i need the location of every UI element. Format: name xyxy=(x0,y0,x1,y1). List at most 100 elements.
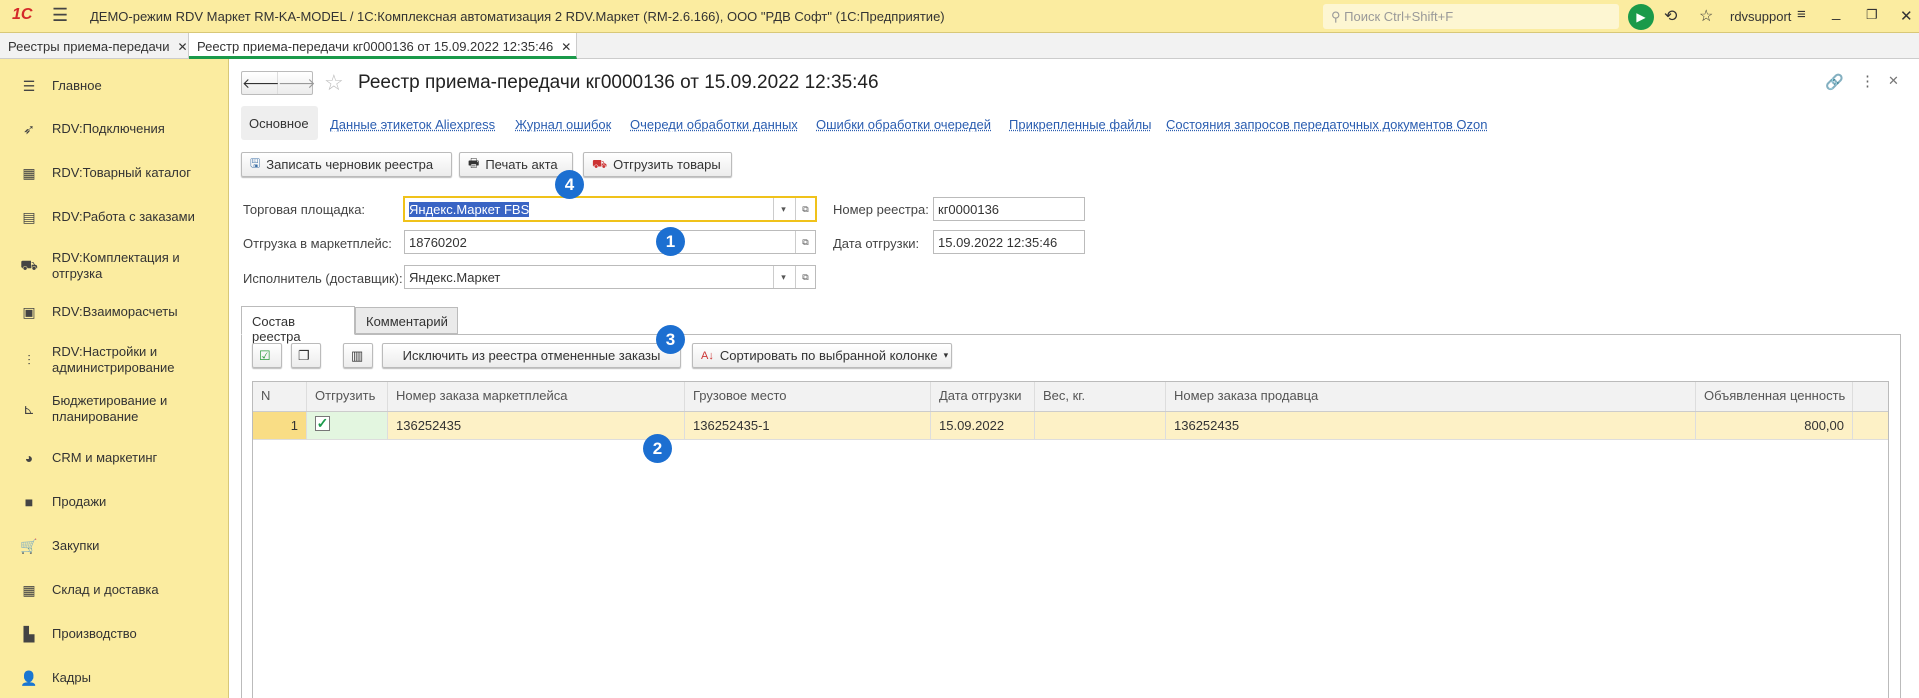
close-window-icon[interactable]: ✕ xyxy=(1900,7,1913,25)
chevron-down-icon[interactable]: ▾ xyxy=(773,198,793,220)
cell-ship[interactable]: ✓ xyxy=(307,412,388,439)
column-header-weight[interactable]: Вес, кг. xyxy=(1035,382,1166,411)
nav-ozon-doc-requests[interactable]: Состояния запросов передаточных документ… xyxy=(1166,117,1487,132)
tab-comment[interactable]: Комментарий xyxy=(355,307,458,334)
truck-icon: ⛟ xyxy=(592,156,608,171)
save-icon: 🖫 xyxy=(250,156,261,170)
app-title: ДЕМО-режим RDV Маркет RM-KA-MODEL / 1С:К… xyxy=(90,9,945,24)
sidebar-item-catalog[interactable]: ▦ RDV:Товарный каталог xyxy=(0,153,229,193)
sidebar-item-label: CRM и маркетинг xyxy=(52,450,158,465)
rocket-icon: ➶ xyxy=(23,120,35,137)
column-header-n[interactable]: N xyxy=(253,382,307,411)
register-number-field[interactable]: кг0000136 xyxy=(933,197,1085,221)
cell-date: 15.09.2022 xyxy=(931,412,1035,439)
restore-icon[interactable]: ❐ xyxy=(1866,7,1878,23)
sidebar-item-settings[interactable]: ⫶ RDV:Настройки и администрирование xyxy=(0,340,229,380)
table-row[interactable]: 1 ✓ 136252435 136252435-1 15.09.2022 136… xyxy=(253,412,1888,440)
search-icon: ⚲ xyxy=(1331,9,1345,24)
marketplace-field[interactable]: Яндекс.Маркет FBS ▾ ⧉ xyxy=(403,196,817,222)
sidebar-item-label: Главное xyxy=(52,78,102,93)
register-number-label: Номер реестра: xyxy=(833,202,929,217)
nav-attached-files[interactable]: Прикрепленные файлы xyxy=(1009,117,1152,132)
barcode-icon: ▥ xyxy=(351,347,364,363)
forward-arrow-icon[interactable]: 🡒 xyxy=(278,72,316,94)
sidebar-item-crm[interactable]: ◕ CRM и маркетинг xyxy=(0,438,229,478)
nav-data-queues[interactable]: Очереди обработки данных xyxy=(630,117,798,132)
link-icon[interactable]: 🔗 xyxy=(1825,73,1844,91)
1c-logo: 1С xyxy=(12,6,33,23)
column-header-mp-order[interactable]: Номер заказа маркетплейса xyxy=(388,382,685,411)
bag-icon: ■ xyxy=(24,494,34,510)
search-input[interactable]: ⚲ Поиск Ctrl+Shift+F xyxy=(1323,4,1619,29)
copy-button[interactable]: ❐ xyxy=(291,343,321,368)
sliders-icon: ⫶ xyxy=(27,351,31,368)
tab-registers-list[interactable]: Реестры приема-передачи ✕ xyxy=(0,33,189,59)
sidebar-item-main[interactable]: ☰ Главное xyxy=(0,66,229,106)
sidebar-item-warehouse[interactable]: ▦ Склад и доставка xyxy=(0,570,229,610)
nav-queue-errors[interactable]: Ошибки обработки очередей xyxy=(816,117,991,132)
exclude-cancelled-button[interactable]: Исключить из реестра отмененные заказы xyxy=(382,343,681,368)
shipment-date-label: Дата отгрузки: xyxy=(833,236,920,251)
tab-register-contents[interactable]: Состав реестра xyxy=(241,306,355,344)
orders-icon: ▤ xyxy=(22,208,36,225)
column-header-cargo[interactable]: Грузовое место xyxy=(685,382,931,411)
sidebar-item-orders[interactable]: ▤ RDV:Работа с заказами xyxy=(0,197,229,237)
marketplace-label: Торговая площадка: xyxy=(243,202,366,217)
sidebar-item-hr[interactable]: 👤 Кадры xyxy=(0,658,229,698)
button-label: Печать акта xyxy=(485,157,558,172)
tab-register-document[interactable]: Реестр приема-передачи кг0000136 от 15.0… xyxy=(189,33,577,59)
print-act-button[interactable]: 🖶 Печать акта xyxy=(459,152,573,177)
column-header-ship[interactable]: Отгрузить xyxy=(307,382,388,411)
open-icon[interactable]: ⧉ xyxy=(795,198,815,220)
favorite-star-icon[interactable]: ☆ xyxy=(324,70,344,96)
column-header-seller-order[interactable]: Номер заказа продавца xyxy=(1166,382,1696,411)
check-all-icon: ☑ xyxy=(259,347,271,363)
close-tab-icon[interactable]: ✕ xyxy=(177,40,187,54)
button-label: Сортировать по выбранной колонке xyxy=(719,348,938,363)
history-icon[interactable]: ⟲ xyxy=(1664,6,1677,26)
shipment-field[interactable]: 18760202 ⧉ xyxy=(404,230,816,254)
window-tabs: Реестры приема-передачи ✕ Реестр приема-п… xyxy=(0,33,1919,59)
close-form-icon[interactable]: ✕ xyxy=(1888,73,1899,89)
shipment-date-field[interactable]: 15.09.2022 12:35:46 xyxy=(933,230,1085,254)
sidebar-item-sales[interactable]: ■ Продажи xyxy=(0,482,229,522)
back-arrow-icon[interactable]: 🡐 xyxy=(242,72,280,94)
menu-lines-icon: ☰ xyxy=(22,77,36,94)
nav-main[interactable]: Основное xyxy=(241,106,318,140)
sidebar-item-connections[interactable]: ➶ RDV:Подключения xyxy=(0,109,229,149)
ship-checkbox[interactable]: ✓ xyxy=(315,416,330,431)
carrier-value: Яндекс.Маркет xyxy=(409,270,501,285)
nav-aliexpress-labels[interactable]: Данные этикеток Aliexpress xyxy=(330,117,495,132)
user-name[interactable]: rdvsupport xyxy=(1730,9,1791,24)
open-icon[interactable]: ⧉ xyxy=(795,266,815,288)
check-all-button[interactable]: ☑ xyxy=(252,343,282,368)
column-header-declared-value[interactable]: Объявленная ценность xyxy=(1696,382,1853,411)
sidebar-item-label: Закупки xyxy=(52,538,100,553)
cart-box-icon: ⛟ xyxy=(20,256,38,273)
nav-error-log[interactable]: Журнал ошибок xyxy=(515,117,611,132)
tab-label: Реестры приема-передачи xyxy=(8,39,170,54)
minimize-icon[interactable]: _ xyxy=(1832,4,1840,21)
sidebar-item-picking[interactable]: ⛟ RDV:Комплектация и отгрузка xyxy=(0,246,229,286)
cell-cargo: 136252435-1 xyxy=(685,412,931,439)
annotation-badge-4: 4 xyxy=(555,170,584,199)
more-actions-icon[interactable]: ⋮ xyxy=(1860,72,1875,90)
settings-menu-icon[interactable]: ≡ xyxy=(1797,6,1806,23)
save-draft-button[interactable]: 🖫 Записать черновик реестра xyxy=(241,152,452,177)
open-icon[interactable]: ⧉ xyxy=(795,231,815,253)
ship-goods-button[interactable]: ⛟ Отгрузить товары xyxy=(583,152,732,177)
sidebar-item-production[interactable]: ▙ Производство xyxy=(0,614,229,654)
carrier-field[interactable]: Яндекс.Маркет ▾ ⧉ xyxy=(404,265,816,289)
sidebar-item-settlements[interactable]: ▣ RDV:Взаиморасчеты xyxy=(0,292,229,332)
notifications-bell-icon[interactable]: ▶ xyxy=(1628,4,1654,30)
main-menu-icon[interactable]: ☰ xyxy=(52,5,68,26)
sidebar-item-budgeting[interactable]: ⊾ Бюджетирование и планирование xyxy=(0,389,229,429)
close-tab-icon[interactable]: ✕ xyxy=(561,40,571,54)
sort-by-column-button[interactable]: A↓ Сортировать по выбранной колонке ▾ xyxy=(692,343,952,368)
sidebar-item-purchases[interactable]: 🛒 Закупки xyxy=(0,526,229,566)
chevron-down-icon[interactable]: ▾ xyxy=(773,266,793,288)
favorites-star-icon[interactable]: ☆ xyxy=(1699,6,1713,26)
person-icon: 👤 xyxy=(20,669,38,686)
column-header-date[interactable]: Дата отгрузки xyxy=(931,382,1035,411)
barcode-search-button[interactable]: ▥ xyxy=(343,343,373,368)
